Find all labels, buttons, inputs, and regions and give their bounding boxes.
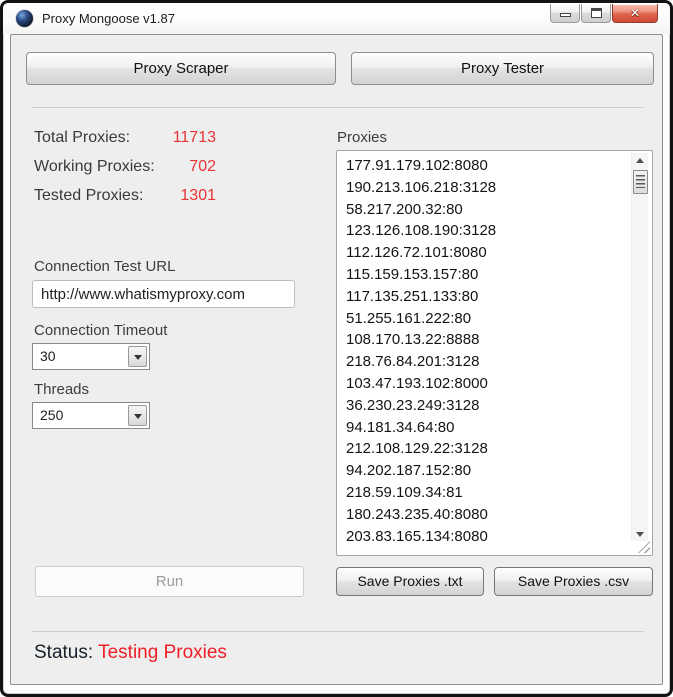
proxy-entry: 115.159.153.157:80 [346, 265, 479, 283]
scrollbar-thumb[interactable] [633, 170, 648, 194]
save-proxies-txt-button[interactable]: Save Proxies .txt [336, 567, 484, 596]
proxy-entry: 123.126.108.190:3128 [346, 222, 497, 240]
proxy-entry: 112.126.72.101:8080 [346, 244, 487, 262]
stat-total-proxies: Total Proxies: 11713 [34, 129, 216, 158]
chevron-down-icon[interactable] [128, 405, 147, 426]
save-proxies-csv-button[interactable]: Save Proxies .csv [494, 567, 653, 596]
status-bar: Status: Testing Proxies [34, 642, 227, 664]
scrollbar[interactable] [631, 153, 648, 541]
proxy-entry: 180.243.235.40:8080 [346, 505, 488, 523]
proxy-entry: 103.47.193.102:8000 [346, 374, 488, 392]
threads-value: 250 [40, 407, 64, 423]
stat-value: 1301 [180, 187, 216, 204]
proxy-entry: 94.181.34.64:80 [346, 418, 455, 436]
app-icon [16, 10, 33, 27]
stat-value: 702 [189, 158, 216, 175]
proxy-entry: 212.108.129.22:3128 [346, 440, 488, 458]
scroll-down-icon[interactable] [632, 526, 649, 541]
proxy-entry: 108.170.13.22:8888 [346, 331, 480, 349]
stats-panel: Total Proxies: 11713 Working Proxies: 70… [34, 129, 216, 216]
resize-grip-icon[interactable] [638, 541, 650, 553]
threads-label: Threads [34, 381, 90, 398]
threads-select[interactable]: 250 [32, 402, 150, 429]
proxy-entry: 177.91.179.102:8080 [346, 157, 488, 174]
proxy-entry: 51.255.161.222:80 [346, 309, 472, 327]
proxy-entry: 94.202.187.152:80 [346, 462, 472, 480]
minimize-icon [560, 13, 571, 17]
window-title: Proxy Mongoose v1.87 [42, 11, 175, 26]
proxy-entry: 190.213.106.218:3128 [346, 178, 497, 196]
connection-test-url-input[interactable] [32, 280, 295, 308]
run-button[interactable]: Run [35, 566, 304, 597]
connection-timeout-label: Connection Timeout [34, 322, 168, 339]
window-controls: ✕ [549, 4, 658, 23]
proxy-entry: 117.135.251.133:80 [346, 287, 479, 305]
maximize-icon [591, 8, 602, 18]
client-area: Proxy Scraper Proxy Tester Total Proxies… [10, 34, 663, 685]
bottom-divider [32, 631, 644, 632]
stat-value: 11713 [172, 129, 216, 146]
stat-working-proxies: Working Proxies: 702 [34, 158, 216, 187]
proxies-listbox[interactable]: 177.91.179.102:8080 190.213.106.218:3128 5… [336, 150, 653, 556]
status-label: Status: [34, 642, 94, 663]
title-bar: Proxy Mongoose v1.87 ✕ [3, 3, 670, 34]
connection-timeout-value: 30 [40, 348, 56, 364]
proxy-entry: 36.230.23.249:3128 [346, 396, 480, 414]
proxy-entry: 218.76.84.201:3128 [346, 353, 480, 371]
maximize-button[interactable] [581, 4, 611, 23]
chevron-down-icon[interactable] [128, 346, 147, 367]
tab-proxy-scraper[interactable]: Proxy Scraper [26, 52, 336, 85]
status-value: Testing Proxies [98, 642, 227, 663]
proxy-entry: 203.83.165.134:8080 [346, 527, 488, 545]
minimize-button[interactable] [550, 4, 580, 23]
stat-label: Working Proxies: [34, 158, 155, 175]
connection-test-url-label: Connection Test URL [34, 258, 176, 275]
app-window: Proxy Mongoose v1.87 ✕ Proxy Scraper Pro… [0, 0, 673, 697]
proxy-list: 177.91.179.102:8080 190.213.106.218:3128 5… [337, 155, 628, 547]
stat-label: Total Proxies: [34, 129, 131, 146]
proxy-entry: 58.217.200.32:80 [346, 200, 463, 218]
top-divider [32, 107, 644, 108]
proxies-label: Proxies [337, 129, 388, 146]
stat-label: Tested Proxies: [34, 187, 144, 204]
scroll-up-icon[interactable] [632, 153, 649, 168]
close-icon: ✕ [629, 6, 641, 20]
close-button[interactable]: ✕ [612, 4, 658, 23]
connection-timeout-select[interactable]: 30 [32, 343, 150, 370]
proxy-entry: 218.59.109.34:81 [346, 483, 463, 501]
stat-tested-proxies: Tested Proxies: 1301 [34, 187, 216, 216]
tab-proxy-tester[interactable]: Proxy Tester [351, 52, 654, 85]
